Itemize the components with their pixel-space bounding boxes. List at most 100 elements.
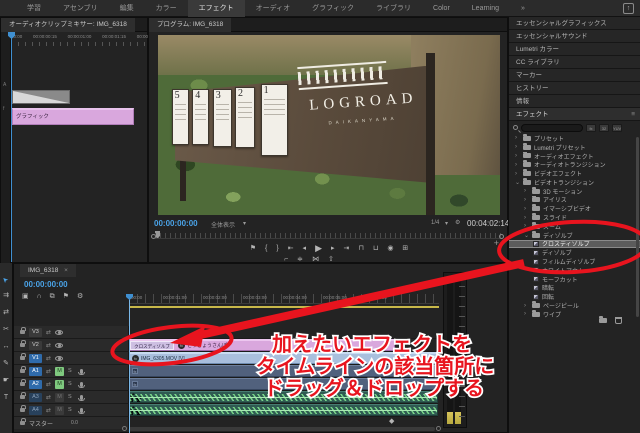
tree-folder-page-peel[interactable]: ›ページピール: [509, 301, 640, 310]
add-marker-icon[interactable]: ⚑: [250, 244, 256, 253]
track-v3-clips[interactable]: [129, 326, 438, 338]
solo-button[interactable]: S: [68, 394, 72, 400]
sync-lock-icon[interactable]: ⇄: [46, 342, 51, 349]
panel-tab-essential-graphics[interactable]: エッセンシャルグラフィックス: [509, 17, 640, 30]
sync-lock-icon[interactable]: ⇄: [46, 407, 51, 414]
share-icon[interactable]: ↑: [623, 3, 634, 14]
mute-button[interactable]: M: [55, 367, 64, 376]
timeline-settings-wrench-icon[interactable]: ⚙: [77, 292, 83, 301]
scrollbar-left-handle[interactable]: [122, 426, 127, 431]
tree-folder-lumetri-presets[interactable]: ›Lumetri プリセット: [509, 143, 640, 152]
add-marker-icon[interactable]: ⚑: [63, 292, 69, 301]
timeline-current-timecode[interactable]: 00:00:00:00: [24, 280, 68, 289]
mute-button[interactable]: M: [55, 406, 64, 415]
lock-icon[interactable]: [20, 421, 25, 425]
music-clip-waveform[interactable]: fx: [129, 391, 438, 403]
scrubber-left-handle[interactable]: [151, 234, 156, 239]
tree-effect-dip-to-white[interactable]: ホワイトアウト: [509, 266, 640, 275]
export-frame-icon[interactable]: ◉: [387, 244, 393, 253]
tree-folder-audio-effects[interactable]: ›オーディオエフェクト: [509, 152, 640, 161]
workspace-tab-learning-jp[interactable]: 学習: [16, 0, 52, 17]
workspace-tab-graphics[interactable]: グラフィック: [301, 0, 365, 17]
program-scrubber[interactable]: [155, 233, 503, 239]
workspace-overflow-chevron[interactable]: »: [510, 0, 536, 17]
resolution-dropdown-caret[interactable]: ▾: [445, 220, 448, 227]
effects-scrollbar[interactable]: [636, 137, 639, 317]
play-icon[interactable]: ▶: [315, 244, 322, 253]
program-current-timecode[interactable]: 00:00:00:00: [154, 219, 198, 228]
nest-icon[interactable]: ▣: [22, 292, 29, 301]
mute-button[interactable]: M: [55, 380, 64, 389]
new-custom-bin-icon[interactable]: [599, 318, 607, 323]
workspace-tab-libraries[interactable]: ライブラリ: [365, 0, 422, 17]
tree-folder-presets[interactable]: ›プリセット: [509, 134, 640, 143]
ripple-edit-tool-icon[interactable]: ⇄: [3, 309, 9, 317]
track-a3-name[interactable]: A3: [29, 393, 42, 402]
audio-clip[interactable]: fx: [129, 378, 438, 390]
graphic-title-clip[interactable]: クロスディゾルブ fxとうきょうさんぽ: [129, 339, 395, 351]
master-track-header[interactable]: マスター 0.0: [14, 417, 129, 429]
workspace-tab-color-jp[interactable]: カラー: [145, 0, 188, 17]
tree-folder-zoom[interactable]: ›ズーム: [509, 222, 640, 231]
workspace-tab-edit[interactable]: 編集: [109, 0, 145, 17]
voiceover-mic-icon[interactable]: [80, 395, 83, 400]
track-output-eye-icon[interactable]: [55, 343, 63, 348]
panel-menu-icon[interactable]: ≡: [631, 108, 635, 121]
fade-ramp-clip[interactable]: [12, 90, 70, 104]
tree-folder-audio-transitions[interactable]: ›オーディオトランジション: [509, 160, 640, 169]
solo-button[interactable]: S: [68, 407, 72, 413]
music-clip-waveform[interactable]: fx: [129, 404, 438, 416]
tree-folder-3d-motion[interactable]: ›3D モーション: [509, 187, 640, 196]
tree-effect-dip-to-black[interactable]: 暗転: [509, 284, 640, 293]
track-v3-name[interactable]: V3: [29, 328, 42, 337]
lock-icon[interactable]: [20, 382, 25, 386]
sync-lock-icon[interactable]: ⇄: [46, 355, 51, 362]
tree-effect-morph-cut[interactable]: モーフカット: [509, 275, 640, 284]
voiceover-mic-icon[interactable]: [80, 369, 83, 374]
linked-selection-icon[interactable]: ⧉: [50, 292, 55, 301]
fit-dropdown[interactable]: 全体表示: [211, 220, 235, 229]
program-tab[interactable]: プログラム: IMG_6318: [149, 18, 231, 32]
step-back-icon[interactable]: ◂: [303, 244, 307, 253]
panel-tab-history[interactable]: ヒストリー: [509, 82, 640, 95]
work-area-bar[interactable]: [129, 306, 439, 308]
mixer-playhead-line[interactable]: [11, 32, 12, 262]
solo-button[interactable]: S: [68, 381, 72, 387]
yuv-badge-icon[interactable]: YUV: [612, 124, 622, 132]
step-forward-icon[interactable]: ▸: [331, 244, 335, 253]
master-level-value[interactable]: 0.0: [71, 420, 78, 426]
sync-lock-icon[interactable]: ⇄: [46, 394, 51, 401]
sync-lock-icon[interactable]: ⇄: [46, 368, 51, 375]
track-a3-header[interactable]: A3 ⇄ M S: [14, 391, 129, 403]
scrollbar-right-handle[interactable]: [436, 426, 441, 431]
tree-folder-video-effects[interactable]: ›ビデオエフェクト: [509, 169, 640, 178]
workspace-tab-assembly[interactable]: アセンブリ: [52, 0, 109, 17]
solo-button[interactable]: S: [68, 368, 72, 374]
track-v1-header[interactable]: V1 ⇄: [14, 352, 129, 364]
resolution-dropdown[interactable]: 1/4: [431, 220, 439, 226]
lock-icon[interactable]: [20, 343, 25, 347]
tree-effect-dissolve[interactable]: ディゾルブ: [509, 248, 640, 257]
tree-folder-dissolve[interactable]: ⌄ディゾルブ: [509, 231, 640, 240]
hand-tool-icon[interactable]: ☛: [3, 377, 9, 385]
go-to-out-icon[interactable]: ⇥: [344, 244, 350, 253]
track-a4-name[interactable]: A4: [29, 406, 42, 415]
cross-dissolve-transition-clip[interactable]: クロスディゾルブ: [130, 341, 174, 350]
track-output-eye-icon[interactable]: [55, 330, 63, 335]
workspace-tab-color-en[interactable]: Color: [422, 0, 461, 17]
sync-lock-icon[interactable]: ⇄: [46, 329, 51, 336]
tree-folder-slide[interactable]: ›スライド: [509, 213, 640, 222]
voiceover-mic-icon[interactable]: [80, 408, 83, 413]
accelerated-effects-badge-icon[interactable]: fx: [586, 124, 596, 132]
workspace-tab-audio[interactable]: オーディオ: [245, 0, 302, 17]
track-a2-name[interactable]: A2: [29, 380, 42, 389]
lock-icon[interactable]: [20, 356, 25, 360]
mark-in-icon[interactable]: {: [265, 244, 267, 253]
mark-out-icon[interactable]: }: [276, 244, 278, 253]
razor-tool-icon[interactable]: ✂: [3, 326, 9, 334]
track-v2-header[interactable]: V2 ⇄: [14, 339, 129, 351]
panel-tab-info[interactable]: 情報: [509, 95, 640, 108]
lift-icon[interactable]: ⊓: [358, 244, 363, 253]
timeline-tab[interactable]: IMG_6318 ×: [20, 264, 76, 277]
track-a2-header[interactable]: A2 ⇄ M S: [14, 378, 129, 390]
